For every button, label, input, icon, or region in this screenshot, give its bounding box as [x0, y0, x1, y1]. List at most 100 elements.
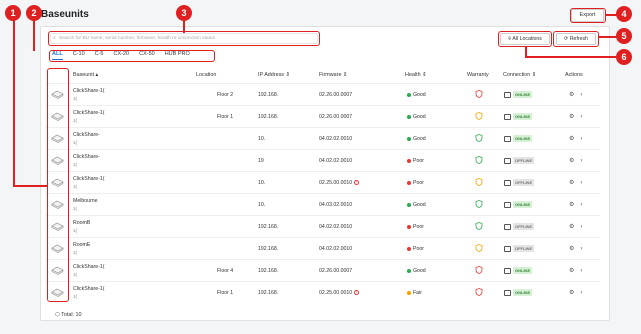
annotation-line	[13, 19, 15, 186]
row-actions: ⚙ ›	[569, 267, 582, 274]
column-header-firmware[interactable]: Firmware ⇕	[319, 72, 348, 78]
baseunit-serial: 1(	[73, 206, 78, 211]
settings-icon[interactable]: ⚙	[569, 246, 574, 252]
annotation-box-search	[48, 31, 320, 46]
chevron-right-icon[interactable]: ›	[580, 114, 582, 120]
firmware-cell: 02.25.00.0010!	[319, 180, 360, 186]
column-header-ip[interactable]: IP Address ⇕	[258, 72, 290, 78]
table-row[interactable]: ClickShare- 1(10. 04.02.02.0010 Good ONLINE ⚙…	[45, 127, 600, 149]
baseunit-name[interactable]: RoomE	[73, 242, 90, 248]
location-cell: Floor 1	[217, 114, 234, 120]
chevron-right-icon[interactable]: ›	[580, 158, 582, 164]
baseunit-serial: 1(	[73, 272, 78, 277]
connection-badge: ONLINE	[513, 135, 533, 142]
baseunit-name[interactable]: ClickShare-1(	[73, 264, 104, 270]
baseunit-name[interactable]: ClickShare-1(	[73, 110, 104, 116]
chevron-right-icon[interactable]: ›	[580, 92, 582, 98]
chevron-right-icon[interactable]: ›	[580, 224, 582, 230]
chevron-right-icon[interactable]: ›	[580, 246, 582, 252]
page-title: Baseunits	[41, 9, 89, 20]
table-row[interactable]: Melbourne 1(10. 04.03.02.0010 Good ONLINE ⚙ ›	[45, 193, 600, 215]
settings-icon[interactable]: ⚙	[569, 114, 574, 120]
baseunit-name[interactable]: RoomB	[73, 220, 90, 226]
chevron-right-icon[interactable]: ›	[580, 290, 582, 296]
settings-icon[interactable]: ⚙	[569, 268, 574, 274]
connection-cell: OFFLINE	[504, 157, 535, 164]
settings-icon[interactable]: ⚙	[569, 224, 574, 230]
annotation-line	[33, 19, 35, 51]
ethernet-icon	[504, 201, 511, 208]
row-actions: ⚙ ›	[569, 201, 582, 208]
baseunit-name[interactable]: Melbourne	[73, 198, 98, 204]
settings-icon[interactable]: ⚙	[569, 158, 574, 164]
firmware-warning-icon: !	[354, 290, 360, 296]
settings-icon[interactable]: ⚙	[569, 290, 574, 296]
network-icon	[504, 223, 511, 230]
chevron-right-icon[interactable]: ›	[580, 180, 582, 186]
column-header-baseunit[interactable]: Baseunit ▴	[73, 72, 98, 78]
location-cell: Floor 1	[217, 290, 234, 296]
health-status-dot	[407, 114, 411, 119]
sort-icon: ⇕	[531, 72, 537, 78]
baseunit-serial: 1(	[73, 140, 78, 145]
ethernet-icon	[504, 135, 511, 142]
row-actions: ⚙ ›	[569, 157, 582, 164]
ethernet-icon	[504, 289, 511, 296]
settings-icon[interactable]: ⚙	[569, 136, 574, 142]
health-cell: Poor	[407, 158, 424, 164]
chevron-right-icon[interactable]: ›	[580, 202, 582, 208]
table-row[interactable]: ClickShare-1(1(Floor 1 192.168. 02.26.00.0…	[45, 105, 600, 127]
firmware-cell: 02.25.00.0010!	[319, 290, 360, 296]
table-row[interactable]: ClickShare-1(1(10. 02.25.00.0010! Poor OFFL…	[45, 171, 600, 193]
warranty-shield-icon	[475, 200, 483, 208]
row-actions: ⚙ ›	[569, 289, 582, 296]
row-actions: ⚙ ›	[569, 245, 582, 252]
health-status-dot	[407, 246, 411, 251]
column-header-actions: Actions	[565, 72, 583, 78]
baseunit-serial: 1(	[73, 250, 78, 255]
annotation-box-locations	[498, 31, 552, 47]
network-icon	[504, 157, 511, 164]
baseunit-name[interactable]: ClickShare-	[73, 154, 100, 160]
warranty-shield-icon	[475, 156, 483, 164]
settings-icon[interactable]: ⚙	[569, 92, 574, 98]
sort-asc-icon: ▴	[95, 72, 99, 78]
table-row[interactable]: RoomE 1(192.168. 04.02.02.0010 Poor OFFLINE ⚙…	[45, 237, 600, 259]
location-cell: Floor 2	[217, 92, 234, 98]
health-cell: Good	[407, 114, 426, 120]
table-row[interactable]: ClickShare-1(1(Floor 4 192.168. 02.26.00.0…	[45, 259, 600, 281]
settings-icon[interactable]: ⚙	[569, 180, 574, 186]
baseunit-name[interactable]: ClickShare-	[73, 132, 100, 138]
baseunit-name[interactable]: ClickShare-1(	[73, 286, 104, 292]
health-cell: Good	[407, 202, 426, 208]
firmware-cell: 04.02.02.0010	[319, 158, 353, 164]
connection-cell: OFFLINE	[504, 179, 535, 186]
column-header-connection[interactable]: Connection ⇕	[503, 72, 536, 78]
table-row[interactable]: ClickShare-1(1(Floor 2 192.168. 02.26.00.0…	[45, 83, 600, 105]
firmware-cell: 04.03.02.0010	[319, 202, 353, 208]
baseunit-name[interactable]: ClickShare-1(	[73, 176, 104, 182]
health-status-dot	[407, 290, 411, 295]
health-status-dot	[407, 136, 411, 141]
row-actions: ⚙ ›	[569, 223, 582, 230]
connection-badge: ONLINE	[513, 91, 533, 98]
box-icon: ⬡	[55, 312, 60, 318]
column-header-health[interactable]: Health ⇕	[405, 72, 427, 78]
health-cell: Poor	[407, 246, 424, 252]
column-header-location[interactable]: Location	[196, 72, 216, 78]
chevron-right-icon[interactable]: ›	[580, 136, 582, 142]
table-row[interactable]: ClickShare-1(1(Floor 1 192.168. 02.25.00.0…	[45, 281, 600, 303]
firmware-cell: 04.02.02.0010	[319, 136, 353, 142]
connection-badge: ONLINE	[513, 289, 533, 296]
health-cell: Fair	[407, 290, 422, 296]
table-row[interactable]: RoomB 1(192.168. 04.02.02.0010 Poor OFFLINE ⚙…	[45, 215, 600, 237]
sort-icon: ⇕	[422, 72, 427, 78]
chevron-right-icon[interactable]: ›	[580, 268, 582, 274]
health-cell: Poor	[407, 224, 424, 230]
health-status-dot	[407, 268, 411, 273]
warranty-shield-icon	[475, 134, 483, 142]
table-row[interactable]: ClickShare- 1(19 04.02.02.0010 Poor OFFLINE ⚙…	[45, 149, 600, 171]
settings-icon[interactable]: ⚙	[569, 202, 574, 208]
firmware-cell: 02.26.00.0007	[319, 92, 353, 98]
baseunit-name[interactable]: ClickShare-1(	[73, 88, 104, 94]
